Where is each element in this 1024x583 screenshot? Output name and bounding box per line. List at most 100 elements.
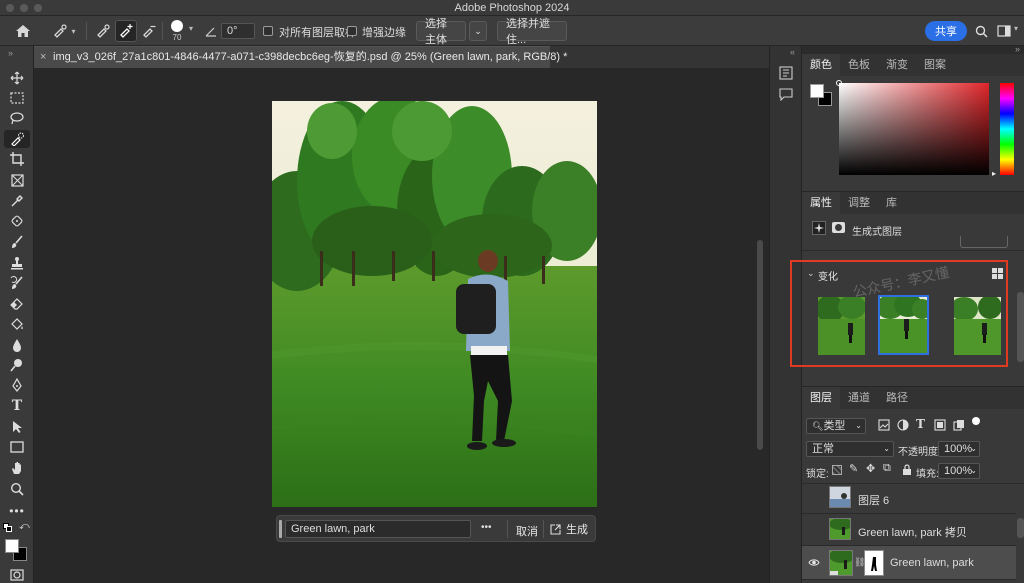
marquee-tool-icon[interactable] (4, 89, 30, 107)
eyedropper-tool-icon[interactable] (4, 192, 30, 210)
sample-all-layers-checkbox[interactable] (263, 26, 273, 36)
filter-adjustment-icon[interactable] (897, 419, 909, 431)
paint-bucket-tool-icon[interactable] (4, 315, 30, 333)
vertical-scrollbar[interactable] (757, 240, 763, 450)
foreground-color-swatch[interactable] (5, 539, 19, 553)
generative-prompt-input[interactable]: Green lawn, park (285, 520, 471, 538)
quick-mask-icon[interactable] (4, 566, 30, 583)
healing-brush-tool-icon[interactable] (4, 212, 30, 230)
workspace-icon[interactable] (996, 23, 1012, 39)
color-field[interactable] (836, 80, 989, 175)
rectangle-tool-icon[interactable] (4, 438, 30, 456)
hue-slider[interactable] (1000, 83, 1014, 175)
select-and-mask-button[interactable]: 选择并遮住... (497, 18, 567, 46)
collapse-icon[interactable]: « (790, 47, 795, 57)
document-tab[interactable]: × img_v3_026f_27a1c801-4846-4477-a071-c3… (34, 46, 567, 68)
properties-scrollbar[interactable] (1017, 292, 1024, 362)
angle-input[interactable]: 0° (221, 23, 255, 39)
collapse-icon[interactable]: » (1015, 44, 1020, 54)
pen-tool-icon[interactable] (4, 376, 30, 394)
add-to-selection-brush-button[interactable] (115, 20, 137, 42)
layers-scrollbar[interactable] (1017, 518, 1024, 538)
brush-tool-icon[interactable] (4, 233, 30, 251)
history-brush-tool-icon[interactable] (4, 274, 30, 292)
layer-row[interactable]: 图层 6 (802, 482, 1016, 514)
enhance-edge-checkbox[interactable] (347, 26, 357, 36)
brush-size-picker[interactable]: 70 (166, 18, 188, 44)
layer-row-selected[interactable]: ⛓ Green lawn, park (802, 546, 1016, 580)
tab-channels[interactable]: 通道 (840, 387, 878, 409)
tab-patterns[interactable]: 图案 (916, 54, 954, 76)
frame-tool-icon[interactable] (4, 171, 30, 189)
layer-mask-thumbnail[interactable] (864, 550, 884, 576)
variation-thumbnail-1[interactable] (818, 297, 865, 355)
subtract-selection-brush-button[interactable] (138, 20, 160, 42)
more-options-button[interactable]: ••• (481, 522, 492, 533)
select-subject-dropdown[interactable]: ⌄ (469, 21, 487, 41)
path-selection-tool-icon[interactable] (4, 418, 30, 436)
close-document-icon[interactable]: × (40, 47, 46, 67)
dodge-tool-icon[interactable] (4, 356, 30, 374)
lock-transparent-icon[interactable] (832, 465, 842, 475)
fill-input[interactable]: 100% ⌄ (938, 463, 980, 479)
tab-adjustments[interactable]: 调整 (840, 192, 878, 214)
hue-slider-handle[interactable]: ▸ (992, 169, 996, 178)
drag-handle[interactable] (279, 520, 282, 538)
partial-button[interactable] (960, 236, 1008, 248)
variation-thumbnail-3[interactable] (954, 297, 1001, 355)
eraser-tool-icon[interactable] (4, 295, 30, 313)
variation-thumbnail-2[interactable] (878, 295, 929, 355)
lasso-tool-icon[interactable] (4, 109, 30, 127)
move-tool-icon[interactable] (4, 69, 30, 87)
default-colors-icon[interactable]: ⤺ (3, 521, 31, 535)
color-swatches[interactable] (4, 538, 30, 562)
select-subject-button[interactable]: 选择主体 (416, 18, 466, 46)
filter-toggle-icon[interactable] (972, 417, 980, 425)
filter-smart-object-icon[interactable] (953, 419, 965, 431)
tab-color[interactable]: 颜色 (802, 54, 840, 76)
layer-filter-select[interactable]: 🔍︎类型 ⌄ (806, 418, 866, 434)
panel-color-swatches[interactable] (810, 84, 836, 110)
layer-row[interactable]: Green lawn, park 拷贝 (802, 514, 1016, 546)
layer-visibility-toggle[interactable] (810, 524, 820, 534)
lock-artboard-icon[interactable]: ⧉ (883, 462, 891, 475)
generate-button[interactable]: 生成 (550, 521, 588, 537)
chevron-down-icon[interactable]: ▾ (1014, 24, 1018, 33)
tab-properties[interactable]: 属性 (802, 192, 840, 214)
tab-paths[interactable]: 路径 (878, 387, 916, 409)
cancel-button[interactable]: 取消 (516, 523, 538, 539)
tab-gradients[interactable]: 渐变 (878, 54, 916, 76)
layer-visibility-toggle[interactable] (810, 492, 820, 502)
tab-swatches[interactable]: 色板 (840, 54, 878, 76)
more-tools-icon[interactable]: ••• (4, 502, 30, 520)
collapse-icon[interactable]: » (8, 48, 13, 58)
filter-type-icon[interactable]: T (916, 417, 925, 431)
type-tool-icon[interactable]: T (4, 397, 30, 415)
quick-selection-tool-icon[interactable] (4, 130, 30, 148)
filter-shape-icon[interactable] (934, 419, 946, 431)
history-panel-icon[interactable] (779, 66, 793, 80)
blur-tool-icon[interactable] (4, 336, 30, 354)
new-selection-brush-button[interactable] (92, 20, 114, 42)
zoom-tool-icon[interactable] (4, 480, 30, 498)
lock-image-icon[interactable]: ✎ (849, 462, 858, 475)
share-button[interactable]: 共享 (925, 21, 967, 41)
eye-icon[interactable] (808, 558, 820, 567)
tab-libraries[interactable]: 库 (878, 192, 905, 214)
search-icon[interactable] (973, 23, 989, 39)
close-window-icon[interactable] (6, 4, 14, 12)
minimize-window-icon[interactable] (20, 4, 28, 12)
zoom-window-icon[interactable] (34, 4, 42, 12)
crop-tool-icon[interactable] (4, 150, 30, 168)
color-picker-handle[interactable] (836, 80, 842, 86)
chevron-down-icon[interactable]: ▾ (189, 24, 193, 33)
document-canvas[interactable] (272, 101, 597, 507)
lock-position-icon[interactable]: ✥ (866, 462, 875, 475)
filter-pixel-icon[interactable] (878, 419, 890, 431)
clone-stamp-tool-icon[interactable] (4, 254, 30, 272)
home-icon[interactable] (12, 21, 34, 41)
hand-tool-icon[interactable] (4, 459, 30, 477)
blend-mode-select[interactable]: 正常 ⌄ (806, 441, 894, 457)
tool-preset-picker[interactable]: ▾ (46, 20, 82, 42)
comments-panel-icon[interactable] (779, 88, 793, 101)
